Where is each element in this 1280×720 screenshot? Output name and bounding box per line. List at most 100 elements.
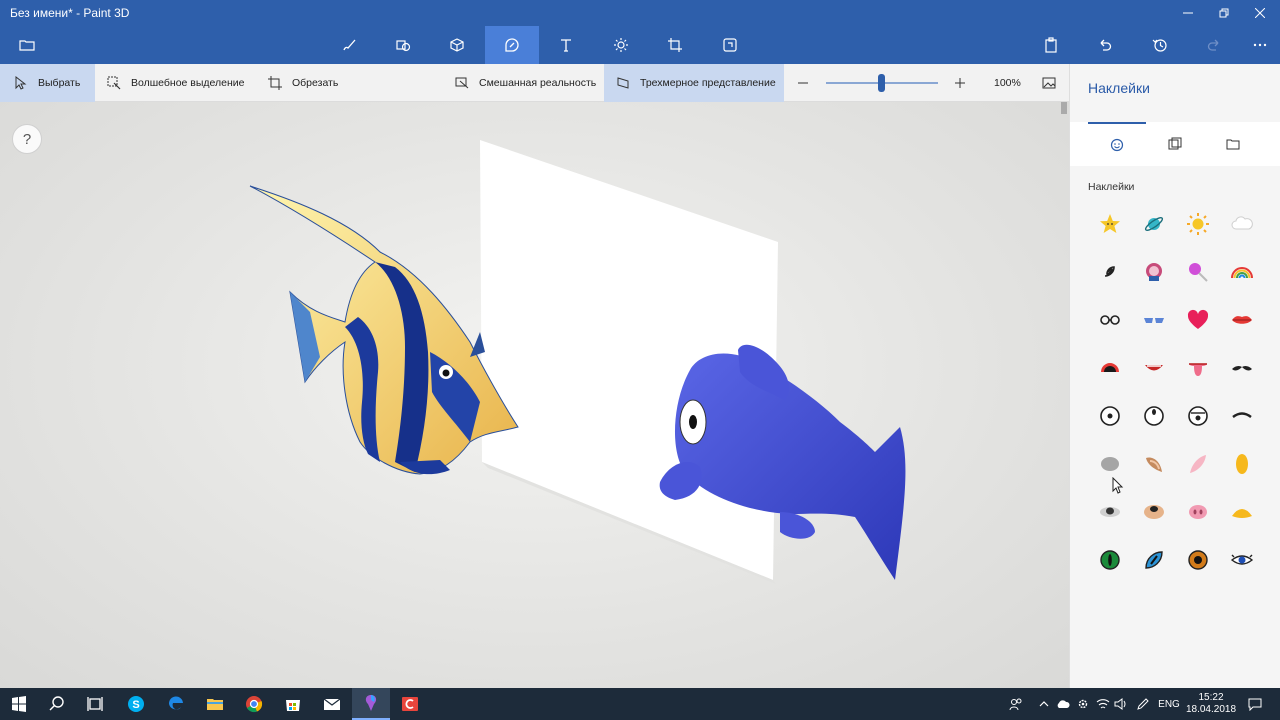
tab-textures[interactable] — [1146, 122, 1204, 166]
gray-nose-sticker[interactable] — [1088, 440, 1131, 488]
tool-brushes[interactable] — [322, 26, 376, 64]
view-3d-button[interactable]: Трехмерное представление — [604, 64, 784, 102]
brush-icon — [343, 39, 356, 51]
skype-taskbar-button[interactable]: S — [117, 688, 155, 720]
select-button[interactable]: Выбрать — [0, 64, 95, 102]
mixed-reality-icon — [455, 77, 469, 89]
clock[interactable]: 15:22 18.04.2018 — [1186, 688, 1236, 720]
edge-taskbar-button[interactable] — [157, 688, 195, 720]
minimize-button[interactable] — [1170, 0, 1206, 26]
tool-canvas[interactable] — [648, 26, 702, 64]
eyebrow-sticker[interactable] — [1220, 392, 1263, 440]
settings-tray-button[interactable] — [1074, 688, 1092, 720]
zoom-slider[interactable] — [826, 74, 938, 92]
volume-button[interactable] — [1112, 688, 1130, 720]
sleepy-eye-sticker[interactable] — [1176, 392, 1219, 440]
minus-icon — [798, 82, 808, 84]
tool-2d-shapes[interactable] — [376, 26, 430, 64]
tool-3d-shapes[interactable] — [430, 26, 484, 64]
clock-time: 15:22 — [1198, 692, 1224, 703]
smiling-mouth-sticker[interactable] — [1132, 344, 1175, 392]
star-sticker[interactable] — [1088, 200, 1131, 248]
open-mouth-sticker[interactable] — [1088, 344, 1131, 392]
crop-button[interactable]: Обрезать — [268, 64, 338, 102]
lash-eye-sticker[interactable] — [1220, 536, 1263, 584]
tool-text[interactable] — [539, 26, 593, 64]
blue-cat-eye-sticker[interactable] — [1132, 536, 1175, 584]
zoom-slider-thumb[interactable] — [878, 74, 885, 92]
panel-tabs — [1070, 122, 1280, 166]
yellow-ear-sticker[interactable] — [1220, 440, 1263, 488]
big-eye-sticker[interactable] — [1132, 392, 1175, 440]
history-button[interactable] — [1133, 26, 1187, 64]
tab-stickers[interactable] — [1088, 122, 1146, 166]
tool-stickers[interactable] — [485, 26, 539, 64]
wifi-icon — [1096, 699, 1110, 709]
mustache-sticker[interactable] — [1220, 344, 1263, 392]
stickers-section-label: Наклейки — [1088, 181, 1135, 193]
magic-select-button[interactable]: Волшебное выделение — [107, 64, 245, 102]
koala-nose-sticker[interactable] — [1088, 488, 1131, 536]
canvas-area[interactable]: ? — [0, 102, 1069, 688]
store-taskbar-button[interactable] — [274, 688, 312, 720]
tray-overflow-button[interactable] — [1036, 688, 1052, 720]
search-button[interactable] — [38, 688, 76, 720]
pen-button[interactable] — [1134, 688, 1152, 720]
crop-label: Обрезать — [292, 77, 339, 89]
tongue-sticker[interactable] — [1176, 344, 1219, 392]
mail-taskbar-button[interactable] — [313, 688, 351, 720]
store-icon — [286, 700, 300, 711]
chrome-icon — [246, 696, 263, 713]
undo-button[interactable] — [1078, 26, 1132, 64]
recorder-taskbar-button[interactable] — [391, 688, 429, 720]
sun-sticker[interactable] — [1176, 200, 1219, 248]
lips-sticker[interactable] — [1220, 296, 1263, 344]
planet-sticker[interactable] — [1132, 200, 1175, 248]
sunglasses-sticker[interactable] — [1132, 296, 1175, 344]
tab-custom-sticker[interactable] — [1204, 122, 1262, 166]
onedrive-button[interactable] — [1054, 688, 1072, 720]
ribbon-sticker[interactable] — [1132, 248, 1175, 296]
network-button[interactable] — [1094, 688, 1112, 720]
close-button[interactable] — [1242, 0, 1278, 26]
undo-icon — [1100, 39, 1112, 51]
notifications-button[interactable] — [1244, 688, 1266, 720]
view-options-button[interactable] — [1042, 64, 1056, 102]
pig-nose-sticker[interactable] — [1176, 488, 1219, 536]
paint3d-icon — [365, 695, 377, 711]
chrome-taskbar-button[interactable] — [235, 688, 273, 720]
mixed-reality-button[interactable]: Смешанная реальность — [455, 64, 596, 102]
tool-3d-library[interactable] — [703, 26, 757, 64]
orange-eye-sticker[interactable] — [1176, 536, 1219, 584]
maximize-button[interactable] — [1206, 0, 1242, 26]
language-indicator[interactable]: ENG — [1156, 688, 1182, 720]
tool-effects[interactable] — [594, 26, 648, 64]
bunny-ear-sticker[interactable] — [1132, 440, 1175, 488]
duck-beak-sticker[interactable] — [1220, 488, 1263, 536]
zoom-out-button[interactable] — [796, 64, 810, 102]
lollipop-sticker[interactable] — [1176, 248, 1219, 296]
round-eye-sticker[interactable] — [1088, 392, 1131, 440]
moorish-idol-fish-3d[interactable] — [249, 185, 519, 475]
paste-button[interactable] — [1024, 26, 1078, 64]
title-bar: Без имени* - Paint 3D — [0, 0, 1280, 26]
textures-tab-icon — [1168, 137, 1182, 150]
zoom-in-button[interactable] — [953, 64, 967, 102]
people-button[interactable] — [1004, 688, 1028, 720]
green-eye-sticker[interactable] — [1088, 536, 1131, 584]
pink-ear-sticker[interactable] — [1176, 440, 1219, 488]
select-cursor-icon — [15, 76, 27, 90]
explorer-taskbar-button[interactable] — [196, 688, 234, 720]
cloud-sticker[interactable] — [1220, 200, 1263, 248]
spiral-sticker[interactable] — [1088, 248, 1131, 296]
heart-sticker[interactable] — [1176, 296, 1219, 344]
dog-nose-sticker[interactable] — [1132, 488, 1175, 536]
rainbow-sticker[interactable] — [1220, 248, 1263, 296]
more-button[interactable] — [1233, 26, 1280, 64]
task-view-button[interactable] — [76, 688, 114, 720]
start-button[interactable] — [0, 688, 38, 720]
menu-button[interactable] — [0, 26, 54, 64]
paint3d-taskbar-button[interactable] — [352, 688, 390, 720]
glasses-sticker[interactable] — [1088, 296, 1131, 344]
history-icon — [1152, 39, 1167, 52]
